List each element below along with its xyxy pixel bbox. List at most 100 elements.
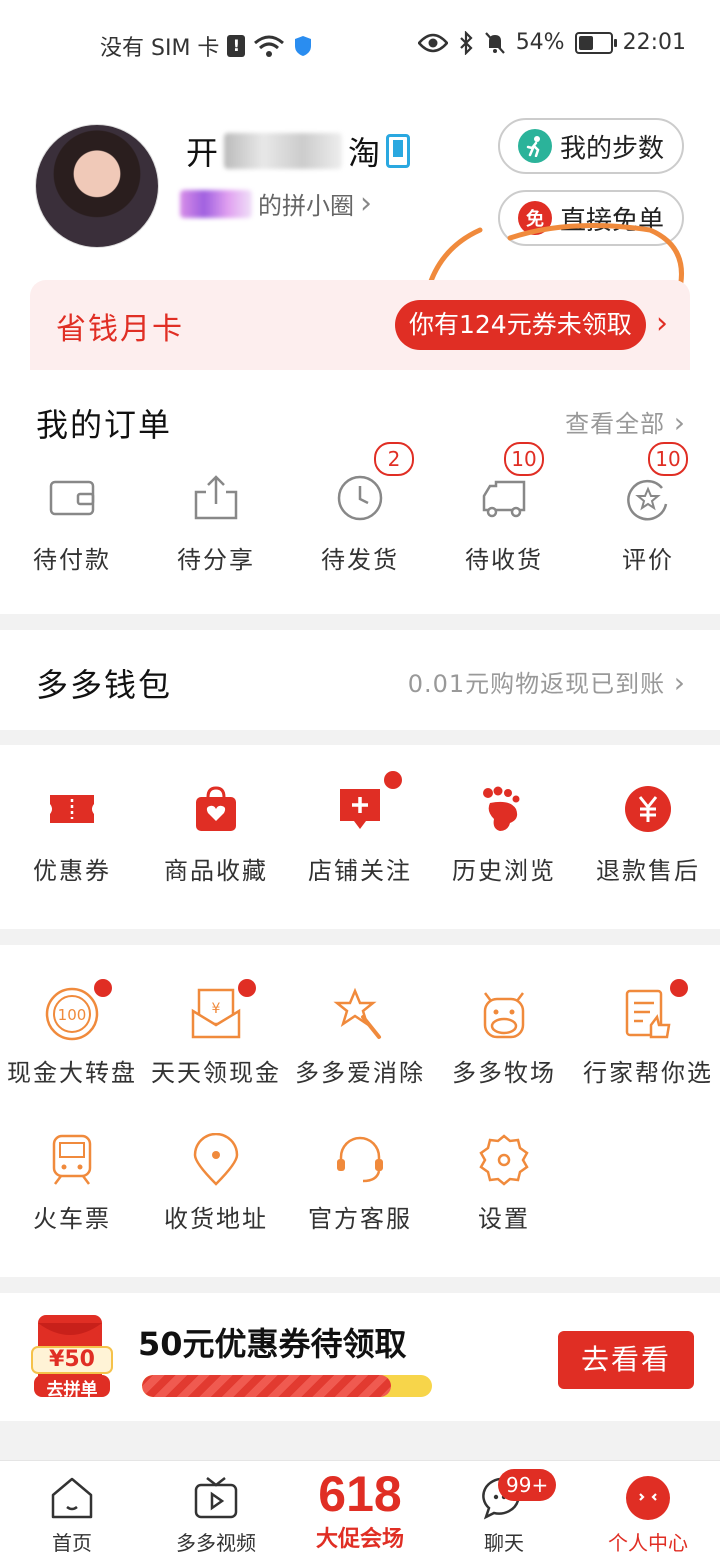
star-wand-icon <box>333 987 381 1039</box>
service-customer-support[interactable]: 官方客服 <box>288 1133 432 1234</box>
envelope-cash-icon: ¥ <box>191 988 241 1039</box>
promo-title: 50元优惠券待领取 <box>138 1325 407 1363</box>
shortcut-coupon[interactable]: 优惠券 <box>0 785 144 886</box>
mute-bell-icon <box>484 31 505 54</box>
train-icon <box>52 1134 92 1185</box>
tab-label: 聊天 <box>484 1531 524 1555</box>
checklist-icon <box>625 989 671 1039</box>
video-icon <box>194 1477 238 1519</box>
settings-icon <box>479 1134 529 1186</box>
shortcut-favorites[interactable]: 商品收藏 <box>144 785 288 886</box>
go-see-button[interactable]: 去看看 <box>558 1331 694 1389</box>
chevron-right-icon: › <box>673 666 686 699</box>
wifi-icon <box>254 35 285 57</box>
service-address[interactable]: 收货地址 <box>144 1133 288 1234</box>
view-all-orders-link[interactable]: 查看全部 › <box>565 404 686 439</box>
service-cash-wheel[interactable]: 100 现金大转盘 <box>0 979 144 1088</box>
view-all-label: 查看全部 <box>565 410 666 438</box>
tab-profile[interactable]: 个人中心 <box>576 1461 720 1561</box>
wallet-icon <box>49 480 95 516</box>
username-end: 淘 <box>348 134 381 172</box>
bottom-tab-bar: 首页 多多视频 618 大促会场 99+ 聊天 个人中心 <box>0 1460 720 1561</box>
service-label: 官方客服 <box>308 1205 412 1233</box>
orders-title: 我的订单 <box>36 406 173 444</box>
order-label: 评价 <box>622 546 674 574</box>
tab-home[interactable]: 首页 <box>0 1461 144 1561</box>
avatar[interactable] <box>36 125 158 247</box>
wallet-info: 0.01元购物返现已到账 › <box>408 664 686 699</box>
promo-banner[interactable]: ¥50 去拼单 50元优惠券待领取 去看看 <box>0 1293 720 1421</box>
month-card-badge[interactable]: 你有124元券未领取 <box>395 300 646 350</box>
notification-dot <box>94 979 112 997</box>
status-bar: 没有 SIM 卡 ! 54% 22:01 <box>0 0 720 90</box>
services-section: 100 现金大转盘 ¥ 天天领现金 多多爱消除 多多牧场 行家帮你选 火车票 收… <box>0 945 720 1277</box>
shortcut-label: 商品收藏 <box>164 857 268 885</box>
empty-cell <box>576 1133 720 1234</box>
carrier-text: 没有 SIM 卡 <box>100 36 220 61</box>
service-farm[interactable]: 多多牧场 <box>432 987 576 1088</box>
618-logo: 618 <box>318 1466 402 1522</box>
eye-icon <box>417 33 448 52</box>
service-daily-cash[interactable]: ¥ 天天领现金 <box>144 979 288 1088</box>
tab-chat[interactable]: 99+ 聊天 <box>432 1461 576 1561</box>
wallet-title: 多多钱包 <box>36 666 173 704</box>
chevron-right-icon: › <box>656 306 668 341</box>
battery-percent: 54% <box>515 30 565 55</box>
svg-text:¥: ¥ <box>212 1001 221 1017</box>
coupon-envelope-icon: ¥50 去拼单 <box>30 1313 114 1400</box>
username-start: 开 <box>186 134 219 172</box>
phone-bound-icon <box>386 134 411 168</box>
service-label: 火车票 <box>33 1205 111 1233</box>
battery-fill <box>578 35 593 50</box>
refund-icon <box>625 786 671 832</box>
svg-text:100: 100 <box>58 1006 87 1024</box>
cow-icon <box>483 992 525 1039</box>
tab-video[interactable]: 多多视频 <box>144 1461 288 1561</box>
tab-label: 多多视频 <box>176 1531 256 1555</box>
truck-icon <box>482 480 526 518</box>
wallet-info-text: 0.01元购物返现已到账 <box>407 670 666 698</box>
notification-dot <box>238 979 256 997</box>
count-badge: 2 <box>374 442 414 476</box>
tab-label: 大促会场 <box>315 1527 404 1552</box>
pin-circle-link[interactable]: 的拼小圈 › <box>180 186 372 221</box>
count-badge: 10 <box>504 442 544 476</box>
order-label: 待发货 <box>321 546 399 574</box>
order-pending-receipt[interactable]: 10 待收货 <box>432 442 576 575</box>
shortcut-history[interactable]: 历史浏览 <box>432 785 576 886</box>
order-label: 待分享 <box>177 546 255 574</box>
clock-text: 22:01 <box>622 30 686 55</box>
coupon-caption: 去拼单 <box>46 1380 98 1400</box>
service-match-game[interactable]: 多多爱消除 <box>288 987 432 1088</box>
coupon-value: ¥50 <box>49 1347 95 1372</box>
notification-dot <box>670 979 688 997</box>
wheel-icon: 100 <box>45 987 99 1041</box>
order-pending-share[interactable]: 待分享 <box>144 474 288 575</box>
order-label: 待收货 <box>465 546 543 574</box>
shortcut-followed-shops[interactable]: 店铺关注 <box>288 771 432 886</box>
service-label: 行家帮你选 <box>583 1059 713 1087</box>
service-settings[interactable]: 设置 <box>432 1133 576 1234</box>
wallet-section[interactable]: 多多钱包 0.01元购物返现已到账 › <box>0 630 720 730</box>
order-pending-shipment[interactable]: 2 待发货 <box>288 442 432 575</box>
circle-text: 的拼小圈 <box>258 192 354 220</box>
my-steps-button[interactable]: 我的步数 <box>498 118 684 174</box>
service-train-tickets[interactable]: 火车票 <box>0 1133 144 1234</box>
my-steps-label: 我的步数 <box>560 133 665 164</box>
service-label: 收货地址 <box>164 1205 268 1233</box>
shortcut-refund[interactable]: 退款售后 <box>576 785 720 886</box>
order-review[interactable]: 10 评价 <box>576 442 720 575</box>
notification-dot <box>384 771 402 789</box>
order-pending-payment[interactable]: 待付款 <box>0 474 144 575</box>
service-expert-pick[interactable]: 行家帮你选 <box>576 979 720 1088</box>
month-card[interactable]: 省钱月卡 你有124元券未领取 › <box>30 280 690 370</box>
tab-promotion[interactable]: 618 大促会场 <box>288 1461 432 1561</box>
service-label: 多多爱消除 <box>295 1059 425 1087</box>
headset-icon <box>337 1136 383 1183</box>
location-icon <box>193 1133 239 1186</box>
shield-icon <box>295 36 312 56</box>
service-label: 现金大转盘 <box>7 1059 137 1087</box>
walk-icon <box>518 129 552 163</box>
username[interactable]: 开 淘 <box>186 128 411 174</box>
orders-section: 我的订单 查看全部 › 待付款 待分享 2 待发货 10 待收货 10 评价 <box>0 370 720 614</box>
